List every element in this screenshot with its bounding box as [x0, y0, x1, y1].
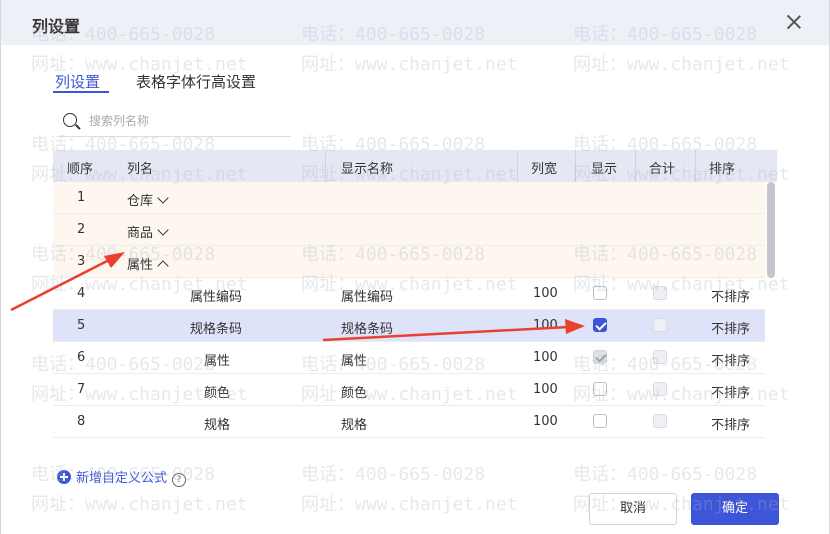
annotation-arrow: [10, 252, 125, 312]
annotation-arrows: [10, 252, 585, 342]
column-settings-dialog: 列设置 列设置 表格字体行高设置 顺序 列名 显示名称 列宽 显示 合计 排序 …: [0, 0, 830, 534]
annotation-arrow: [322, 319, 585, 342]
